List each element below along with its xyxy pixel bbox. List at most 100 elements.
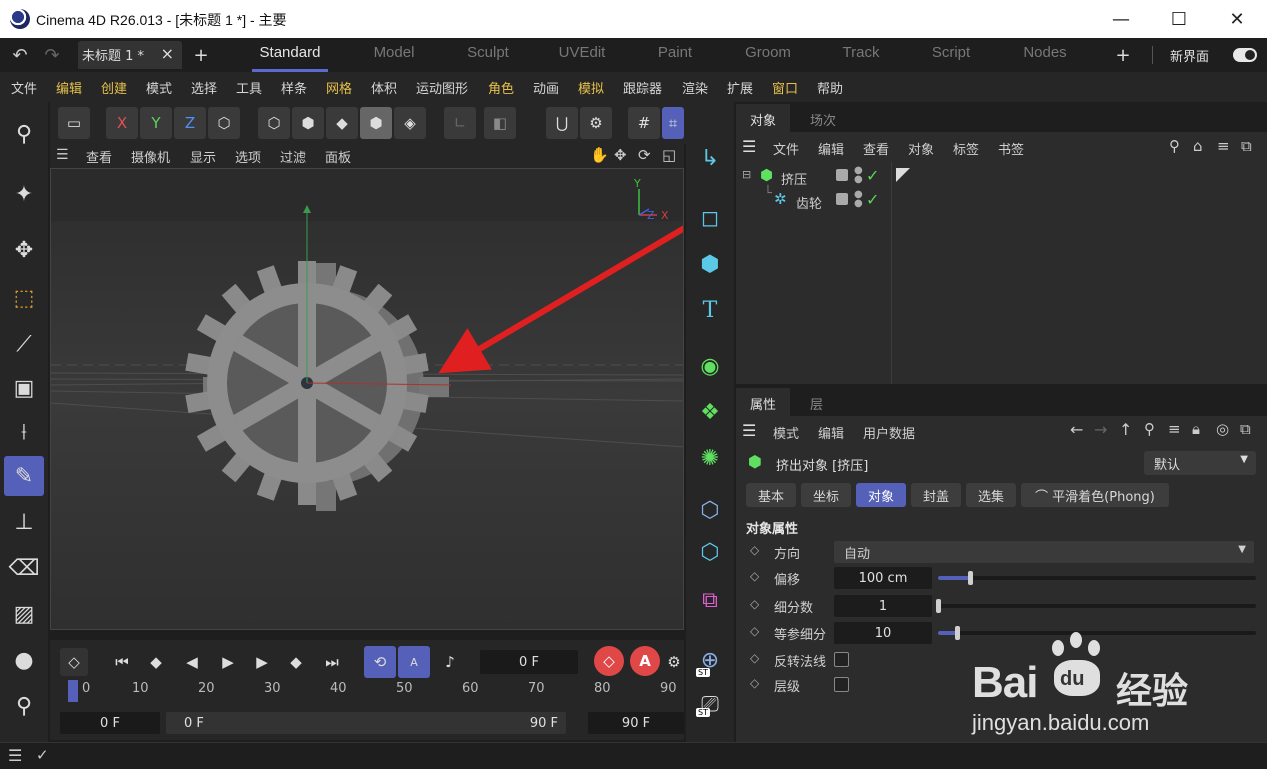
forward-arrow-icon[interactable]: → (1094, 420, 1107, 439)
camera-icon[interactable]: ⎚ (690, 684, 730, 724)
menu-window[interactable]: 窗口 (772, 78, 798, 97)
tracer-icon[interactable]: ⧉ (690, 580, 730, 620)
loop-icon[interactable]: ⟲ (364, 646, 396, 678)
keyframe-diamond-icon[interactable]: ◇ (750, 597, 759, 611)
cube-icon[interactable]: ⬢ (690, 244, 730, 284)
hierarchy-checkbox[interactable] (834, 677, 849, 692)
back-arrow-icon[interactable]: ← (1070, 420, 1083, 439)
viewport-menu-filter[interactable]: 过滤 (280, 147, 306, 166)
subtab-coordinates[interactable]: 坐标 (801, 483, 851, 507)
go-to-end-icon[interactable]: ⏭ (318, 648, 346, 676)
null-object-icon[interactable]: ↳ (690, 138, 730, 178)
pan-hand-icon[interactable]: ✋ (590, 146, 609, 164)
subdivisions-slider[interactable] (936, 599, 1256, 613)
3d-viewport[interactable]: Y Z X (50, 168, 684, 630)
brush-icon[interactable]: ✎ (4, 456, 44, 496)
tab-attributes[interactable]: 属性 (736, 388, 791, 416)
playhead[interactable] (68, 680, 78, 702)
keyframe-diamond-icon[interactable]: ◇ (750, 569, 759, 583)
hamburger-icon[interactable]: ☰ (742, 421, 756, 440)
transform-box-icon[interactable]: ▣ (4, 368, 44, 408)
axis-y-button[interactable]: Y (140, 107, 172, 139)
rectangle-select-icon[interactable]: ⬚ (4, 278, 44, 318)
visibility-dots-icon[interactable]: ● ● (854, 166, 863, 185)
menu-tools[interactable]: 工具 (236, 78, 262, 97)
layer-icon[interactable] (836, 169, 848, 181)
filter-icon[interactable]: ≡ (1217, 137, 1230, 155)
home-icon[interactable]: ⌂ (1193, 137, 1203, 155)
frame-ruler[interactable]: 0 10 20 30 40 50 60 70 80 90 (68, 680, 678, 706)
keyframe-diamond-icon[interactable]: ◇ (750, 624, 759, 638)
menu-edit[interactable]: 编辑 (56, 78, 82, 97)
menu-create[interactable]: 创建 (101, 78, 127, 97)
menu-extensions[interactable]: 扩展 (727, 78, 753, 97)
keyframe-diamond-icon[interactable]: ◇ (750, 543, 759, 557)
text-icon[interactable]: T (690, 290, 730, 330)
menu-simulate[interactable]: 模拟 (578, 78, 604, 97)
menu-animate[interactable]: 动画 (533, 78, 559, 97)
tab-takes[interactable]: 场次 (796, 104, 850, 132)
gear-object[interactable] (185, 261, 449, 511)
field-icon[interactable]: ⬡ (690, 532, 730, 572)
menu-mesh[interactable]: 网格 (326, 78, 352, 97)
sound-icon[interactable]: ♪ (436, 648, 464, 676)
keyframe-icon[interactable]: ◇ (60, 648, 88, 676)
deformer-icon[interactable]: ⬡ (690, 490, 730, 530)
am-menu-edit[interactable]: 编辑 (818, 423, 844, 442)
isoparm-field[interactable]: 10 (834, 622, 932, 644)
hamburger-icon[interactable]: ☰ (56, 147, 69, 163)
om-menu-tags[interactable]: 标签 (953, 139, 979, 158)
coordinate-system-icon[interactable]: ⬡ (208, 107, 240, 139)
record-active-button[interactable]: A (630, 646, 660, 676)
undo-icon[interactable]: ↶ (8, 44, 32, 66)
end-frame-field[interactable]: 90 F (588, 712, 684, 734)
tab-standard[interactable]: Standard (252, 44, 328, 72)
slider-knob[interactable] (936, 599, 941, 613)
tab-layers[interactable]: 层 (796, 388, 837, 416)
object-row-gear[interactable]: └ ✲ 齿轮 ● ● ✓ (736, 186, 1267, 214)
prev-key-icon[interactable]: ◆ (142, 648, 170, 676)
hamburger-icon[interactable]: ☰ (8, 746, 22, 765)
viewport-menu-view[interactable]: 查看 (86, 147, 112, 166)
subtab-selections[interactable]: 选集 (966, 483, 1016, 507)
menu-file[interactable]: 文件 (11, 78, 37, 97)
enabled-check-icon[interactable]: ✓ (866, 190, 879, 209)
spline-icon[interactable]: ◻ (690, 198, 730, 238)
slider-knob[interactable] (955, 626, 961, 640)
tab-sculpt[interactable]: Sculpt (450, 44, 526, 66)
subdivision-icon[interactable]: ◉ (690, 346, 730, 386)
polygons-mode-icon[interactable]: ◆ (326, 107, 358, 139)
am-menu-mode[interactable]: 模式 (773, 423, 799, 442)
viewport-menu-options[interactable]: 选项 (235, 147, 261, 166)
subtab-caps[interactable]: 封盖 (911, 483, 961, 507)
om-menu-view[interactable]: 查看 (863, 139, 889, 158)
close-button[interactable]: ✕ (1208, 0, 1266, 38)
drop-icon[interactable]: ● (4, 640, 44, 680)
edges-mode-icon[interactable]: ⬢ (292, 107, 324, 139)
add-document-icon[interactable]: + (190, 44, 212, 66)
om-menu-bookmarks[interactable]: 书签 (998, 139, 1024, 158)
menu-select[interactable]: 选择 (191, 78, 217, 97)
add-layout-icon[interactable]: + (1112, 44, 1134, 66)
search-icon[interactable]: ⚲ (1169, 137, 1180, 155)
menu-spline[interactable]: 样条 (281, 78, 307, 97)
offset-slider[interactable] (938, 571, 1256, 585)
magic-wand-icon[interactable]: ⟋ (4, 324, 44, 364)
maximize-button[interactable]: ☐ (1150, 0, 1208, 38)
effector-icon[interactable]: ✺ (690, 438, 730, 478)
offset-field[interactable]: 100 cm (834, 567, 932, 589)
tab-uvedit[interactable]: UVEdit (544, 44, 620, 66)
viewport-menu-display[interactable]: 显示 (190, 147, 216, 166)
phong-tag-icon[interactable] (896, 168, 910, 182)
tab-paint[interactable]: Paint (637, 44, 713, 66)
subtab-basic[interactable]: 基本 (746, 483, 796, 507)
viewport-menu-camera[interactable]: 摄像机 (131, 147, 170, 166)
gradient-icon[interactable]: ▨ (4, 594, 44, 634)
model-mode-icon[interactable]: ⬢ (360, 107, 392, 139)
check-circle-icon[interactable]: ✓ (36, 746, 49, 764)
viewport-menu-panel[interactable]: 面板 (325, 147, 351, 166)
next-key-icon[interactable]: ◆ (282, 648, 310, 676)
redo-icon[interactable]: ↷ (40, 44, 64, 66)
dolly-icon[interactable]: ✥ (614, 146, 627, 164)
subtab-object[interactable]: 对象 (856, 483, 906, 507)
